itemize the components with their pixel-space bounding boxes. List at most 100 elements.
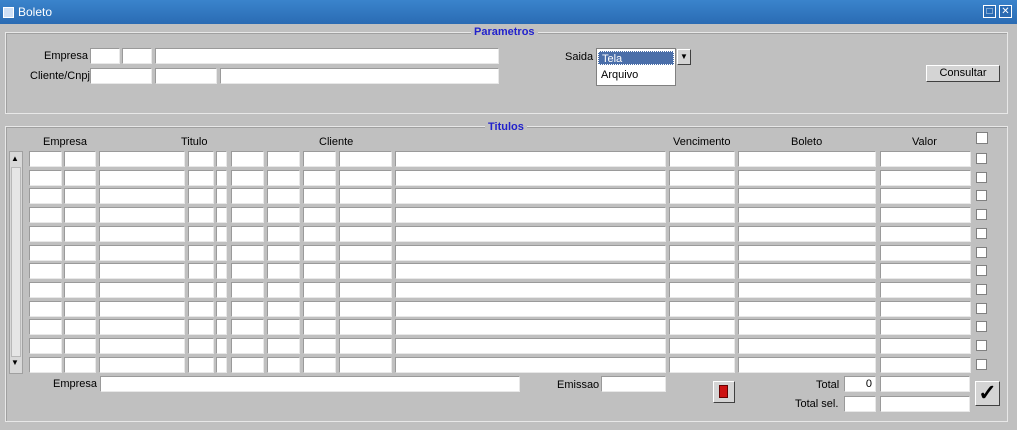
cell-serie[interactable] [231,263,264,280]
confirm-button[interactable]: ✓ [975,381,1000,406]
cell-valor[interactable] [880,207,971,224]
row-select-checkbox[interactable] [976,283,987,295]
cell-empresa[interactable] [29,244,62,261]
cell-filial[interactable] [64,263,96,280]
cell-boleto[interactable] [738,169,876,186]
cell-tipo[interactable] [216,356,227,373]
cell-parcela[interactable] [188,207,214,224]
cell-tipo[interactable] [216,151,227,167]
cell-empresa[interactable] [29,169,62,186]
cell-cliente-loja[interactable] [303,151,336,167]
cell-especie[interactable] [267,300,300,317]
cell-especie[interactable] [267,244,300,261]
empresa-code-field[interactable] [90,48,120,64]
cell-filial[interactable] [64,319,96,336]
cell-filial[interactable] [64,207,96,224]
cell-cliente-loja[interactable] [303,225,336,242]
cell-vencimento[interactable] [669,300,735,317]
emissao-field[interactable] [601,376,666,392]
cell-titulo[interactable] [99,188,185,205]
cell-titulo[interactable] [99,281,185,298]
cell-empresa[interactable] [29,151,62,167]
cell-valor[interactable] [880,281,971,298]
cell-boleto[interactable] [738,356,876,373]
cell-boleto[interactable] [738,319,876,336]
cell-cliente-loja[interactable] [303,281,336,298]
empresa-name-field[interactable] [155,48,499,64]
cell-parcela[interactable] [188,300,214,317]
cell-vencimento[interactable] [669,151,735,167]
cell-especie[interactable] [267,338,300,354]
cell-valor[interactable] [880,263,971,280]
cell-serie[interactable] [231,169,264,186]
cell-cliente-loja[interactable] [303,207,336,224]
footer-empresa-field[interactable] [100,376,520,392]
cell-empresa[interactable] [29,263,62,280]
cell-tipo[interactable] [216,244,227,261]
cell-serie[interactable] [231,151,264,167]
consultar-button[interactable]: Consultar [926,65,1000,82]
cell-tipo[interactable] [216,263,227,280]
cell-cliente-name[interactable] [395,356,666,373]
cell-valor[interactable] [880,225,971,242]
cell-vencimento[interactable] [669,319,735,336]
cell-vencimento[interactable] [669,244,735,261]
cell-titulo[interactable] [99,338,185,354]
cell-parcela[interactable] [188,225,214,242]
cell-parcela[interactable] [188,319,214,336]
cell-cliente-code[interactable] [339,188,392,205]
cell-cliente-code[interactable] [339,319,392,336]
cell-cliente-loja[interactable] [303,338,336,354]
cell-empresa[interactable] [29,300,62,317]
cell-serie[interactable] [231,188,264,205]
cell-vencimento[interactable] [669,338,735,354]
cell-vencimento[interactable] [669,356,735,373]
cell-cliente-name[interactable] [395,151,666,167]
cell-cliente-code[interactable] [339,225,392,242]
cell-filial[interactable] [64,188,96,205]
cell-boleto[interactable] [738,300,876,317]
row-select-checkbox[interactable] [976,190,987,202]
cell-filial[interactable] [64,338,96,354]
cell-valor[interactable] [880,356,971,373]
cell-tipo[interactable] [216,319,227,336]
cell-titulo[interactable] [99,356,185,373]
empresa-filial-field[interactable] [122,48,152,64]
cell-cliente-code[interactable] [339,244,392,261]
saida-dropdown-button[interactable]: ▼ [677,49,691,65]
select-all-checkbox[interactable] [976,132,988,144]
cell-cliente-name[interactable] [395,319,666,336]
cell-filial[interactable] [64,225,96,242]
saida-dropdown-list[interactable]: Tela Arquivo [596,48,676,86]
cell-filial[interactable] [64,281,96,298]
cell-vencimento[interactable] [669,225,735,242]
row-select-checkbox[interactable] [976,227,987,239]
cell-vencimento[interactable] [669,281,735,298]
cell-cliente-loja[interactable] [303,169,336,186]
cell-valor[interactable] [880,169,971,186]
cell-cliente-name[interactable] [395,338,666,354]
cell-cliente-name[interactable] [395,188,666,205]
cell-especie[interactable] [267,356,300,373]
row-select-checkbox[interactable] [976,153,987,164]
cell-parcela[interactable] [188,151,214,167]
row-select-checkbox[interactable] [976,265,987,277]
cliente-name-field[interactable] [220,68,499,84]
cell-cliente-name[interactable] [395,300,666,317]
cell-parcela[interactable] [188,188,214,205]
cell-titulo[interactable] [99,244,185,261]
cell-vencimento[interactable] [669,188,735,205]
cell-empresa[interactable] [29,188,62,205]
cell-cliente-name[interactable] [395,263,666,280]
cell-cliente-code[interactable] [339,356,392,373]
cell-filial[interactable] [64,356,96,373]
row-select-checkbox[interactable] [976,246,987,258]
cell-tipo[interactable] [216,300,227,317]
cell-serie[interactable] [231,300,264,317]
cell-parcela[interactable] [188,338,214,354]
cell-filial[interactable] [64,300,96,317]
row-select-checkbox[interactable] [976,171,987,183]
cell-boleto[interactable] [738,207,876,224]
cell-cliente-loja[interactable] [303,300,336,317]
cell-serie[interactable] [231,338,264,354]
